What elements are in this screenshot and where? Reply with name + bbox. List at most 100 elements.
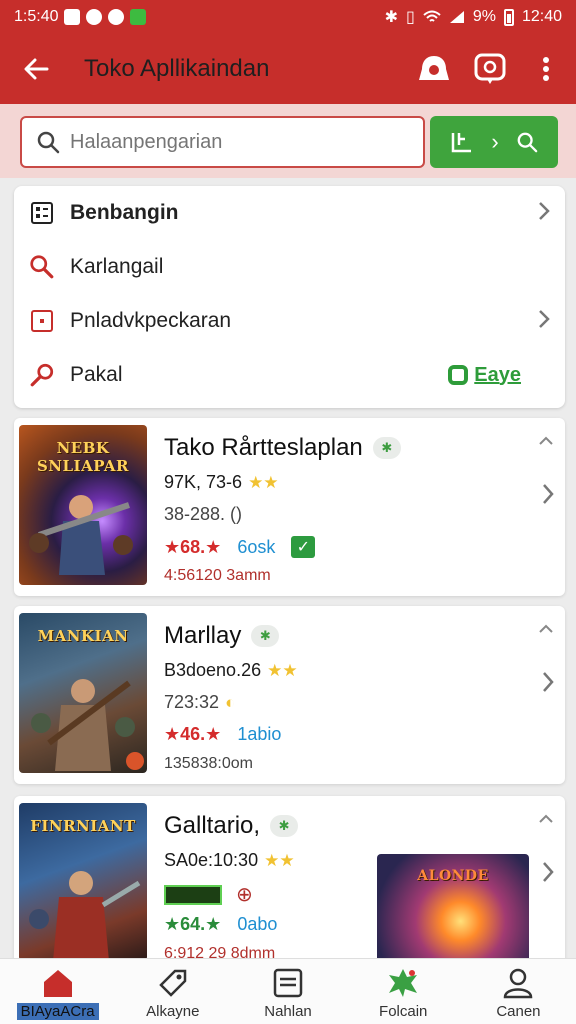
chevron-right-icon[interactable] [541,482,555,511]
verified-badge: ✱ [251,625,280,647]
menu-item-pnladvkpeckaran[interactable]: Pnladvkpeckaran [14,294,565,348]
nav-item-home[interactable]: BIAyaACra [0,959,115,1024]
grid-icon [28,199,56,227]
chevron-right-icon [537,200,551,227]
verified-badge: ✱ [372,437,401,459]
nav-item-nahlan[interactable]: Nahlan [230,959,345,1024]
game-meta: 38-288. () [164,504,243,524]
game-card[interactable]: MANKIAN Marllay ✱ B3doeno.26 ★★ 723:32 ◐… [14,606,565,784]
game-size: SA0e:10:30 [164,850,259,870]
banner-title: ALONDE [417,868,489,884]
search-icon [37,131,60,154]
game-rating: ★46.★ [164,724,222,744]
magnifier-icon [28,361,56,389]
notifications-button[interactable] [410,45,458,93]
check-icon: ✓ [291,536,316,558]
menu-item-pakal[interactable]: Pakal Eaye [14,348,565,402]
notification-icon [108,9,125,25]
vibrate-icon: ▯ [406,9,415,26]
chevron-right-icon [537,308,551,335]
game-title: Marllay [164,622,242,649]
game-rating: ★64.★ [164,914,222,934]
game-size: 97K, 73-6 [164,472,243,492]
progress-strip [164,884,222,905]
chevron-right-icon[interactable] [541,670,555,699]
wifi-icon [423,10,441,22]
more-vert-icon [543,57,549,81]
game-tag: 6osk [237,536,276,557]
game-title: Galltario, [164,812,261,839]
home-icon [43,970,72,997]
search-box[interactable] [20,116,425,168]
thumbnail-title: MANKIAN [37,627,129,645]
nav-item-alkayne[interactable]: Alkayne [115,959,230,1024]
menu-item-label: Karlangail [70,255,164,278]
bell-icon [419,56,449,80]
game-size: B3doeno.26 [164,660,262,680]
notification-icon [86,9,103,25]
easy-label: Eaye [474,363,521,386]
search-icon [517,132,537,153]
nav-item-canen[interactable]: Canen [461,959,576,1024]
app-bar: Toko Apllikaindan [0,34,576,104]
game-tag: 0abo [237,914,278,934]
menu-item-label: Pnladvkpeckaran [70,309,232,332]
nav-label: Folcain [379,1003,428,1020]
game-rating: ★68.★ [164,536,222,557]
nav-label: Canen [496,1003,541,1020]
easy-badge[interactable]: Eaye [448,364,521,387]
game-card[interactable]: FINRNIANT Galltario, ✱ SA0e:10:30 ★★ ⊕ ★… [14,796,565,966]
warrior-art-icon [29,495,133,575]
leaf-icon [389,969,418,997]
notification-icon [130,9,147,25]
warrior-art-icon [29,871,141,961]
star-icon: ★★ [267,660,298,680]
thumbnail-title: FINRNIANT [30,817,136,835]
game-thumbnail[interactable]: NEBK SNLIAPAR [19,425,147,585]
game-tag: 1abio [237,724,282,744]
chevron-up-icon[interactable] [537,622,555,640]
status-bar: 1:5:40 ✱ ▯ 9% 12:40 [0,0,576,34]
search-action-button[interactable] [466,45,514,93]
menu-item-label: Benbangin [70,201,179,224]
list-icon [273,968,303,998]
search-icon [28,253,56,281]
back-arrow-icon [24,58,49,80]
nav-item-folcain[interactable]: Folcain [346,959,461,1024]
search-submit-button[interactable]: › [430,116,558,168]
menu-item-karlangail[interactable]: Karlangail [14,240,565,294]
filter-icon [452,133,472,153]
nav-label: BIAyaACra [16,1003,99,1020]
back-button[interactable] [8,41,64,97]
menu-item-label: Pakal [70,363,123,386]
search-input[interactable] [70,130,390,154]
chevron-right-icon[interactable] [541,860,555,889]
tag-icon [159,969,187,997]
verified-badge: ✱ [270,815,299,837]
nav-label: Alkayne [146,1003,200,1020]
chat-search-icon [474,53,506,84]
promo-banner[interactable]: ALONDE [377,854,529,966]
star-icon: ★★ [248,472,279,492]
warrior-art-icon [31,679,144,771]
game-thumbnail[interactable]: FINRNIANT [19,803,147,961]
square-icon [28,307,56,335]
page-title: Toko Apllikaindan [84,55,270,82]
battery-percent: 9% [472,8,496,25]
game-title: Tako Rårtteslaplan [164,434,363,461]
game-date: 4:56120 3amm [164,567,271,584]
game-date: 135838:0om [164,755,253,772]
bottom-nav: BIAyaACra Alkayne Nahlan Folcain Canen [0,958,576,1024]
game-card[interactable]: NEBK SNLIAPAR Tako Rårtteslaplan ✱ 97K, … [14,418,565,596]
more-options-button[interactable] [522,45,570,93]
chevron-up-icon[interactable] [537,434,555,452]
person-icon [504,968,533,999]
battery-icon [503,8,514,26]
game-thumbnail[interactable]: MANKIAN [19,613,147,773]
bluetooth-icon: ✱ [384,9,399,26]
search-section: › [0,104,576,178]
menu-item-benbangin[interactable]: Benbangin [14,186,565,240]
chevron-up-icon[interactable] [537,812,555,830]
status-time-left: 1:5:40 [14,8,59,25]
star-icon: ★★ [264,850,295,870]
